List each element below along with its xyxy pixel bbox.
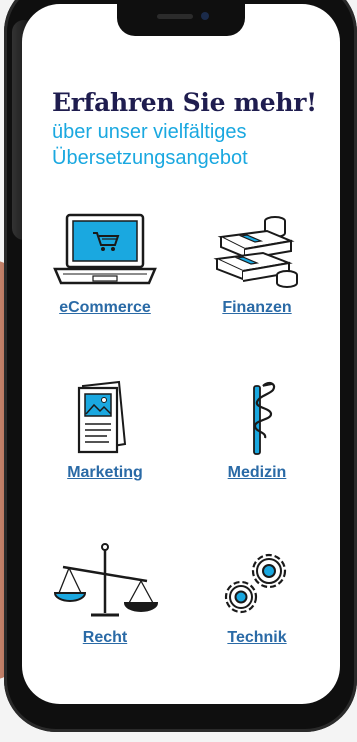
page-title: Erfahren Sie mehr! [52,88,317,117]
speaker-grille [157,14,193,19]
category-link-finanzen[interactable]: Finanzen [222,299,291,317]
scales-icon [53,543,159,617]
category-tile-recht[interactable]: Recht [40,541,170,647]
phone-notch [117,4,245,36]
category-link-medizin[interactable]: Medizin [228,464,287,482]
phone-frame: Erfahren Sie mehr! über unser vielfältig… [4,0,357,732]
subtitle-line-1: über unser vielfältiges [52,121,247,143]
phone-screen: Erfahren Sie mehr! über unser vielfältig… [22,4,340,704]
caduceus-icon [253,381,276,455]
photo-stage: Erfahren Sie mehr! über unser vielfältig… [0,0,357,742]
category-tile-finanzen[interactable]: Finanzen [192,211,322,317]
category-link-recht[interactable]: Recht [83,629,127,647]
category-tile-marketing[interactable]: Marketing [40,376,170,482]
category-tile-medizin[interactable]: Medizin [192,376,322,482]
camera-icon [201,12,209,20]
category-link-marketing[interactable]: Marketing [67,464,143,482]
brochure-icon [77,380,127,454]
gears-icon [224,553,287,614]
page-subtitle: über unser vielfältiges Übersetzungsange… [52,119,248,171]
category-link-technik[interactable]: Technik [227,629,286,647]
money-stacks-icon [213,216,298,288]
laptop-cart-icon [53,213,157,285]
category-tile-ecommerce[interactable]: eCommerce [40,211,170,317]
screen-glare [12,20,36,240]
category-link-ecommerce[interactable]: eCommerce [59,299,151,317]
subtitle-line-2: Übersetzungsangebot [52,147,248,169]
category-tile-technik[interactable]: Technik [192,541,322,647]
